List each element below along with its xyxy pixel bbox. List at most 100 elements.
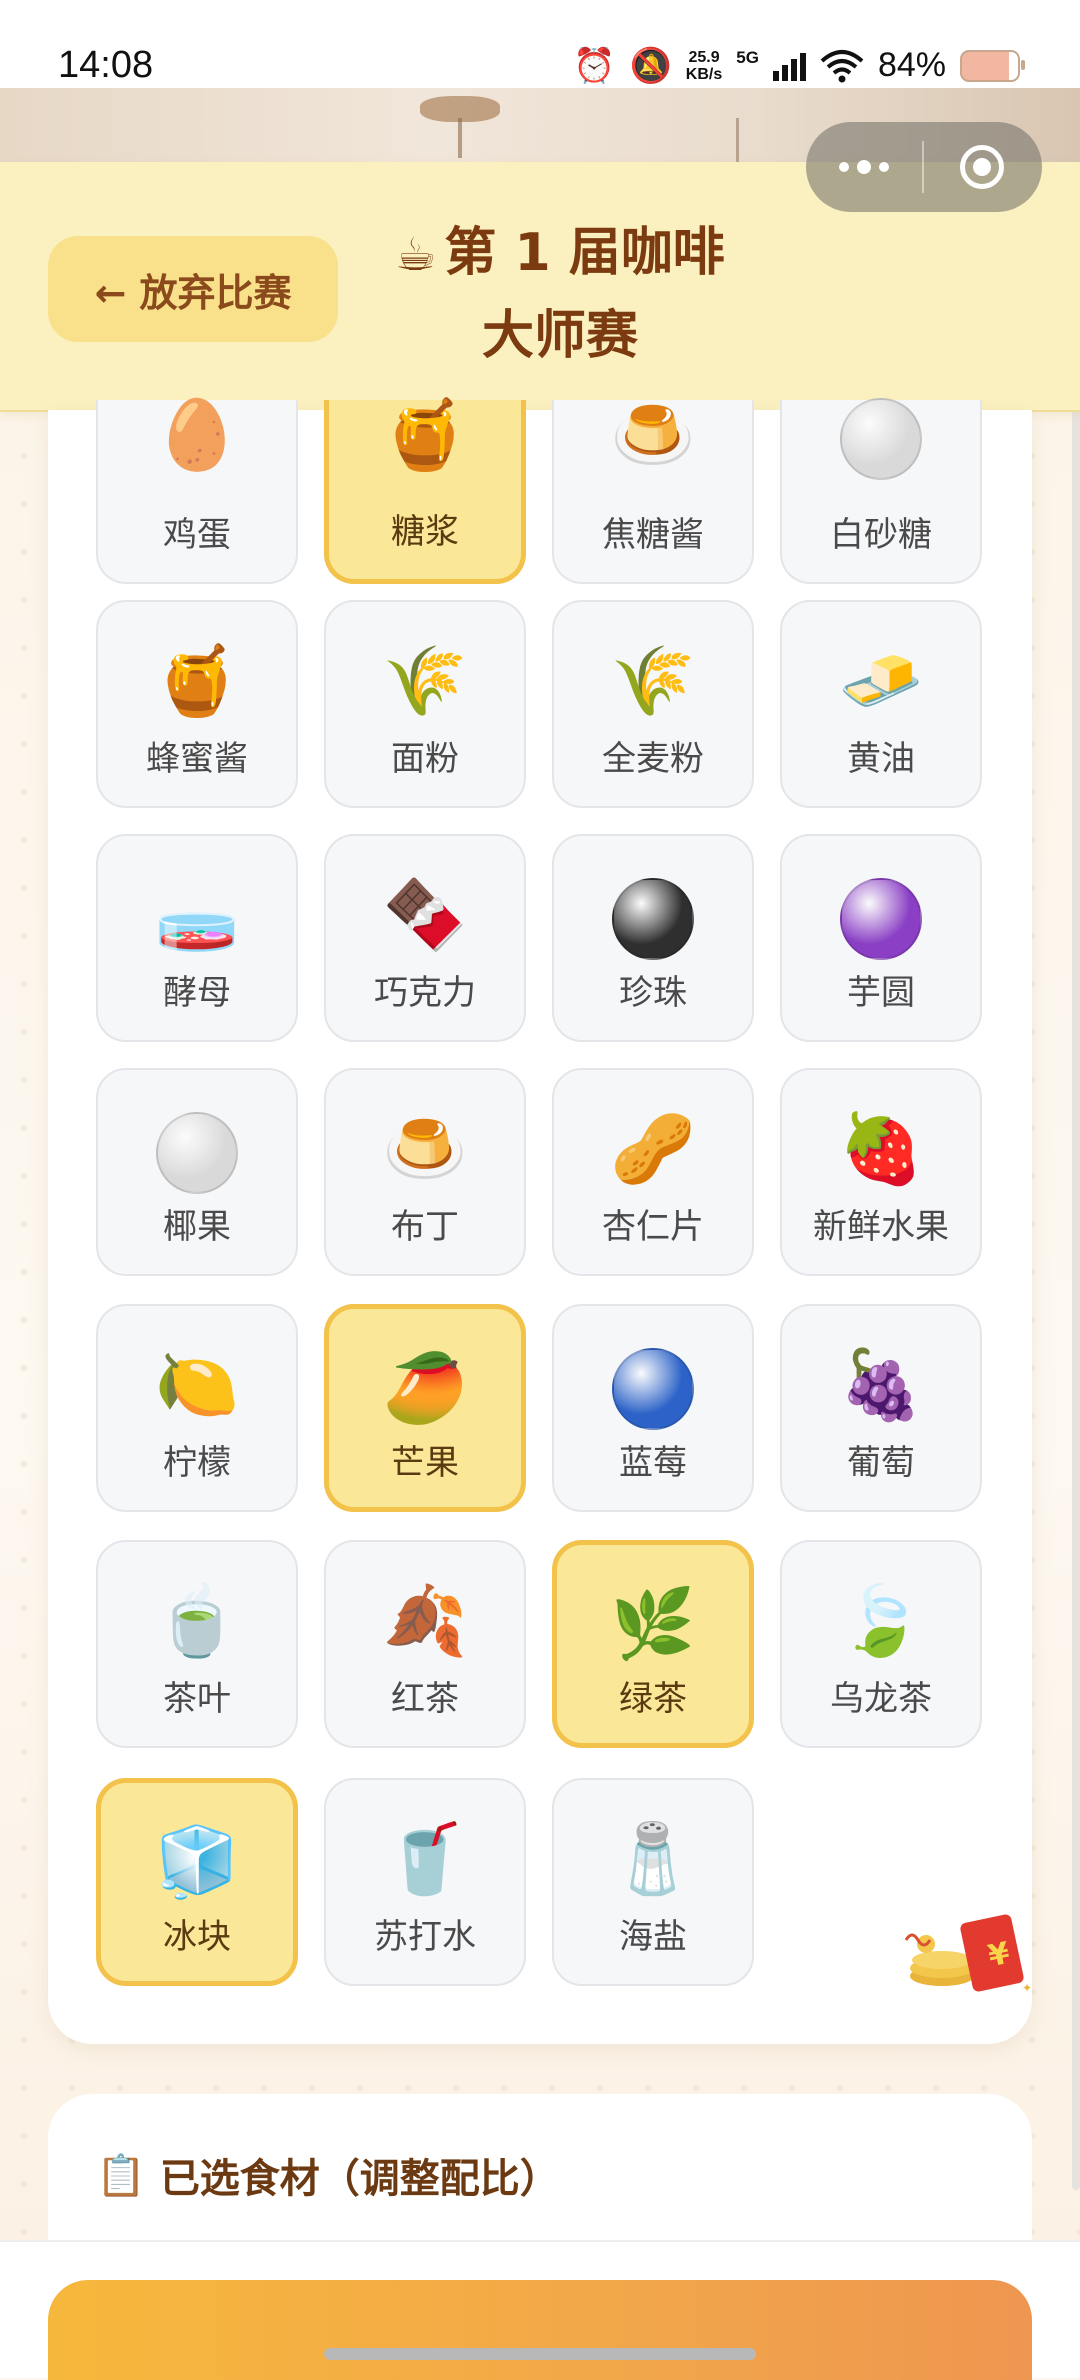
ingredient-tile[interactable]: 🍵 茶叶 [96,1540,298,1748]
signal-bars-icon [772,51,806,81]
butter-icon: 🧈 [838,642,924,721]
white-ball-icon [98,1110,296,1195]
ingredient-tile[interactable]: 🍂 红茶 [324,1540,526,1748]
clipboard-icon: 📋 [96,2152,146,2199]
ingredient-label: 鸡蛋 [163,515,231,555]
ingredient-label: 面粉 [391,739,459,779]
ingredient-tile[interactable]: 🍓 新鲜水果 [780,1068,982,1276]
honey-pot-icon: 🍯 [154,642,240,721]
status-icons: ⏰ 🔕 25.9 KB/s 5G 84% [573,46,1025,85]
ingredient-tile[interactable]: 🍃 乌龙茶 [780,1540,982,1748]
close-miniprogram-icon[interactable] [924,145,1040,189]
ingredient-tile[interactable]: 🌾 面粉 [324,600,526,808]
ingredient-tile[interactable]: 🧈 黄油 [780,600,982,808]
ingredient-label: 蓝莓 [619,1443,687,1483]
ingredient-tile[interactable]: 芋圆 [780,834,982,1042]
ingredient-tile[interactable]: 🍇 葡萄 [780,1304,982,1512]
salt-shaker-icon: 🧂 [610,1820,696,1899]
ingredient-tile[interactable]: 蓝莓 [552,1304,754,1512]
wheat-icon: 🌾 [382,642,468,721]
ingredient-label: 巧克力 [374,973,476,1013]
ingredient-tile[interactable]: 🥚 鸡蛋 [96,396,298,584]
svg-text:✦: ✦ [1022,1981,1032,1995]
ingredient-label: 布丁 [391,1207,459,1247]
bottom-bar [0,2240,1080,2380]
ingredient-label: 椰果 [163,1207,231,1247]
ingredient-label: 苏打水 [374,1917,476,1957]
network-speed: 25.9 KB/s [685,48,723,83]
ingredient-label: 全麦粉 [602,739,704,779]
ingredient-label: 绿茶 [619,1679,687,1719]
ingredient-label: 杏仁片 [602,1207,704,1247]
ingredient-label: 糖浆 [391,512,459,552]
home-indicator[interactable] [324,2348,756,2360]
mango-icon: 🥭 [382,1349,468,1428]
ingredient-tile[interactable]: 🥭 芒果 [324,1304,526,1512]
give-up-button[interactable]: ← 放弃比赛 [48,236,338,342]
lamp-cord-decoration [736,118,739,162]
blue-ball-icon [554,1346,752,1431]
miniprogram-capsule [806,122,1042,212]
ingredient-label: 茶叶 [163,1679,231,1719]
more-icon[interactable] [806,160,922,174]
status-bar: 14:08 ⏰ 🔕 25.9 KB/s 5G 84% [0,0,1080,88]
ingredient-tile[interactable]: 🍋 柠檬 [96,1304,298,1512]
soda-cup-icon: 🥤 [382,1820,468,1899]
battery-icon [960,49,1025,82]
ingredient-label: 焦糖酱 [602,515,704,555]
ingredient-tile[interactable]: 🍮 布丁 [324,1068,526,1276]
ingredient-label: 乌龙茶 [830,1679,932,1719]
ingredient-tile[interactable]: 🍫 巧克力 [324,834,526,1042]
honey-pot-icon: 🍯 [382,396,468,475]
ingredient-tile[interactable]: 🧊 冰块 [96,1778,298,1986]
battery-percent: 84% [877,46,946,84]
lamp-cord-decoration [458,118,462,158]
lemon-icon: 🍋 [154,1346,240,1425]
ingredient-label: 黄油 [847,739,915,779]
ingredient-tile[interactable]: 🍯 糖浆 [324,396,526,584]
ingredient-tile[interactable]: 白砂糖 [780,398,982,584]
ingredient-tile[interactable]: 🥜 杏仁片 [552,1068,754,1276]
ingredient-label: 柠檬 [163,1443,231,1483]
ice-cube-icon: 🧊 [154,1823,240,1902]
ingredient-tile[interactable]: 🥤 苏打水 [324,1778,526,1986]
selected-ingredients-heading: 📋 已选食材（调整配比） [96,2152,560,2203]
ingredient-label: 冰块 [163,1917,231,1957]
wheat-icon: 🌾 [610,642,696,721]
fallen-leaf-icon: 🍂 [382,1582,468,1661]
ingredient-tile[interactable]: 🧂 海盐 [552,1778,754,1986]
red-packet-icon[interactable]: ¥ ✦ [904,1904,1044,2004]
tea-cup-icon: 🍵 [154,1582,240,1661]
egg-icon: 🥚 [154,396,240,475]
wifi-icon [820,49,864,82]
network-type: 5G [736,47,759,67]
mute-bell-icon: 🔕 [629,46,672,85]
ingredient-label: 葡萄 [847,1443,915,1483]
strawberry-icon: 🍓 [838,1110,924,1189]
ingredient-tile[interactable]: 🍮 焦糖酱 [552,396,754,584]
ingredient-label: 蜂蜜酱 [146,739,248,779]
page-title: ☕ 第 1 届咖啡 大师赛 [395,223,725,366]
pudding-icon: 🍮 [610,396,696,475]
alarm-icon: ⏰ [573,46,616,85]
ingredient-tile[interactable]: 🧫 酵母 [96,834,298,1042]
ingredient-tile[interactable]: 椰果 [96,1068,298,1276]
purple-ball-icon [782,876,980,961]
ingredient-tile[interactable]: 珍珠 [552,834,754,1042]
coffee-cup-icon: ☕ [395,227,437,281]
ingredient-panel: 🥚 鸡蛋 🍯 糖浆 🍮 焦糖酱 白砂糖 🍯 蜂蜜酱 🌾 面粉 🌾 全麦粉 🧈 黄油 🧫 酵母 🍫 巧克力 珍珠 芋圆 椰果… [48,396,1032,2044]
black-ball-icon [554,876,752,961]
leaf-icon: 🍃 [838,1582,924,1661]
status-time: 14:08 [58,44,154,86]
ingredient-tile[interactable]: 🌾 全麦粉 [552,600,754,808]
ingredient-tile[interactable]: 🍯 蜂蜜酱 [96,600,298,808]
chocolate-icon: 🍫 [382,876,468,955]
petri-dish-icon: 🧫 [154,876,240,955]
ingredient-label: 芒果 [391,1443,459,1483]
herb-icon: 🌿 [610,1585,696,1664]
submit-button[interactable] [48,2280,1032,2380]
ingredient-label: 白砂糖 [830,515,932,555]
ingredient-label: 酵母 [163,973,231,1013]
ingredient-tile[interactable]: 🌿 绿茶 [552,1540,754,1748]
grape-icon: 🍇 [838,1346,924,1425]
